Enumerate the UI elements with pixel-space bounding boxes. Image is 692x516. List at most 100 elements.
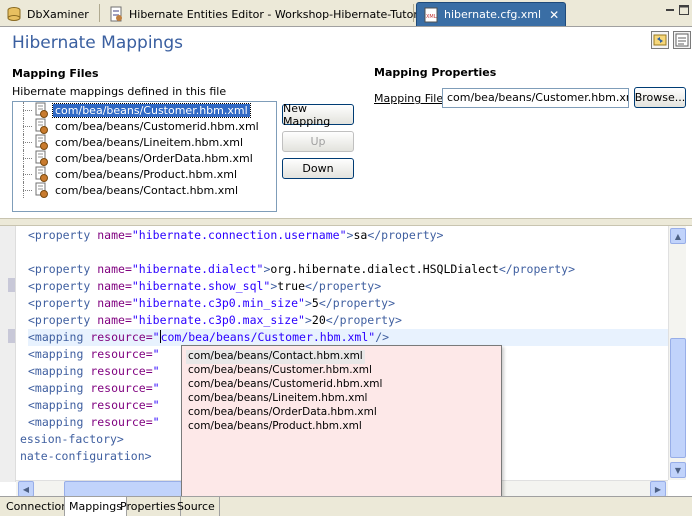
code-token: <property (28, 296, 98, 310)
code-token: resource= (90, 330, 153, 344)
mapping-files-tree[interactable]: com/bea/beans/Customer.hbm.xml com/bea/be… (12, 101, 277, 212)
code-line[interactable]: ession-factory> (20, 431, 124, 448)
tree-item-label: com/bea/beans/Product.hbm.xml (55, 167, 238, 181)
maximize-icon[interactable] (678, 4, 690, 16)
code-line[interactable]: <mapping resource=" (28, 346, 160, 363)
tree-item-label: com/bea/beans/Customer.hbm.xml (52, 102, 251, 118)
tab-label: Hibernate Entities Editor - Workshop-Hib… (129, 7, 431, 21)
code-token: "hibernate.c3p0.max_size" (131, 313, 305, 327)
tab-hibernate-cfg-xml[interactable]: XML hibernate.cfg.xml ✕ (416, 2, 567, 26)
tree-connector (19, 166, 33, 182)
content-assist-item[interactable]: com/bea/beans/Customerid.hbm.xml (186, 378, 384, 392)
tree-item-label: com/bea/beans/Customerid.hbm.xml (55, 119, 259, 133)
db-icon (6, 6, 22, 22)
tree-item[interactable]: com/bea/beans/OrderData.hbm.xml (13, 150, 276, 166)
form-view-icon[interactable] (673, 31, 691, 49)
tree-item-label: com/bea/beans/OrderData.hbm.xml (55, 151, 253, 165)
tab-connection[interactable]: Connection (2, 497, 74, 516)
tree-connector (19, 182, 33, 198)
scroll-thumb[interactable] (64, 481, 182, 497)
tree-item-label: com/bea/beans/Lineitem.hbm.xml (55, 135, 244, 149)
scroll-thumb[interactable] (670, 338, 686, 458)
browse-button[interactable]: Browse... (634, 87, 686, 108)
code-token: "hibernate.connection.username" (131, 228, 347, 242)
code-line[interactable]: <property name="hibernate.c3p0.min_size"… (28, 295, 395, 312)
code-token: " (152, 347, 160, 361)
new-mapping-button[interactable]: New Mapping (282, 102, 354, 128)
code-token: <mapping (28, 347, 91, 361)
editor-header: Hibernate Mappings (0, 27, 692, 63)
vertical-scrollbar[interactable]: ▲ ▼ (668, 226, 686, 480)
tree-item[interactable]: com/bea/beans/Contact.hbm.xml (13, 182, 276, 198)
page-tabs: Connection Mappings Properties Source (0, 496, 692, 516)
code-token: name= (97, 262, 132, 276)
up-button[interactable]: Up (282, 131, 354, 152)
code-token: " (152, 330, 160, 344)
code-token: resource= (90, 347, 153, 361)
code-line[interactable]: <mapping resource="com/bea/beans/Custome… (28, 329, 668, 346)
code-line[interactable]: <mapping resource=" (28, 414, 160, 431)
code-token: sa (353, 228, 368, 242)
tree-connector (19, 118, 33, 134)
tree-item[interactable]: com/bea/beans/Customerid.hbm.xml (13, 118, 276, 134)
close-icon[interactable]: ✕ (549, 8, 559, 22)
tree-connector (19, 102, 33, 118)
code-line[interactable]: <property name="hibernate.show_sql">true… (28, 278, 381, 295)
tree-connector (19, 150, 33, 166)
code-token: <mapping (28, 398, 91, 412)
code-line[interactable]: <mapping resource=" (28, 380, 160, 397)
xml-file-icon: XML (423, 7, 439, 23)
code-line[interactable]: nate-configuration> (20, 448, 152, 465)
mapping-file-field[interactable]: com/bea/beans/Customer.hbm.xml (442, 88, 629, 108)
code-token: true (277, 279, 305, 293)
tab-hibernate-entities-editor[interactable]: Hibernate Entities Editor - Workshop-Hib… (102, 2, 437, 26)
code-token: " (152, 381, 160, 395)
editor-tab-bar: DbXaminer Hibernate Entities Editor - Wo… (0, 0, 692, 27)
code-token: 20 (311, 313, 326, 327)
code-token: <property (28, 313, 98, 327)
code-token: <property (28, 228, 98, 242)
content-assist-item[interactable]: com/bea/beans/Product.hbm.xml (186, 420, 364, 434)
content-assist-item[interactable]: com/bea/beans/Customer.hbm.xml (186, 364, 374, 378)
mapping-files-heading: Mapping Files (12, 67, 99, 80)
code-token: </property> (367, 228, 444, 242)
mapping-file-label: Mapping File: (374, 92, 447, 105)
code-line[interactable]: <property name="hibernate.c3p0.max_size"… (28, 312, 402, 329)
tree-item[interactable]: com/bea/beans/Customer.hbm.xml (13, 102, 276, 118)
tab-dbxaminer[interactable]: DbXaminer (0, 2, 95, 26)
tab-separator (413, 4, 414, 22)
code-token: name= (97, 313, 132, 327)
tree-item-label: com/bea/beans/Contact.hbm.xml (55, 183, 239, 197)
code-token: name= (97, 228, 132, 242)
scroll-down-icon[interactable]: ▼ (670, 462, 686, 478)
minimize-icon[interactable] (664, 4, 676, 16)
content-assist-item[interactable]: com/bea/beans/Lineitem.hbm.xml (186, 392, 369, 406)
scroll-left-icon[interactable]: ◀ (18, 481, 34, 497)
down-button[interactable]: Down (282, 158, 354, 179)
mapping-file-icon (33, 150, 49, 166)
content-assist-item[interactable]: com/bea/beans/OrderData.hbm.xml (186, 406, 379, 420)
content-assist-popup: com/bea/beans/Contact.hbm.xml com/bea/bea… (181, 345, 502, 505)
splitter[interactable] (0, 218, 692, 226)
code-line[interactable]: <mapping resource=" (28, 397, 160, 414)
code-line[interactable]: <property name="hibernate.connection.use… (28, 227, 443, 244)
tab-source[interactable]: Source (173, 497, 220, 516)
code-token: ession-factory> (20, 432, 124, 446)
view-toggle-icon[interactable] (651, 31, 669, 49)
code-token: name= (97, 279, 132, 293)
code-line[interactable]: <property name="hibernate.dialect">org.h… (28, 261, 575, 278)
code-line[interactable]: <mapping resource=" (28, 363, 160, 380)
code-token: " (152, 415, 160, 429)
code-token: <mapping (28, 415, 91, 429)
tree-item[interactable]: com/bea/beans/Product.hbm.xml (13, 166, 276, 182)
tab-properties[interactable]: Properties (116, 497, 181, 516)
code-token: </property> (318, 296, 396, 310)
code-token: resource= (90, 398, 153, 412)
scroll-up-icon[interactable]: ▲ (670, 228, 686, 244)
scroll-right-icon[interactable]: ▶ (650, 481, 666, 497)
content-assist-item[interactable]: com/bea/beans/Contact.hbm.xml (186, 350, 365, 364)
tab-separator (99, 4, 100, 22)
tab-label: hibernate.cfg.xml (444, 8, 542, 21)
code-token: <property (28, 262, 98, 276)
tree-item[interactable]: com/bea/beans/Lineitem.hbm.xml (13, 134, 276, 150)
